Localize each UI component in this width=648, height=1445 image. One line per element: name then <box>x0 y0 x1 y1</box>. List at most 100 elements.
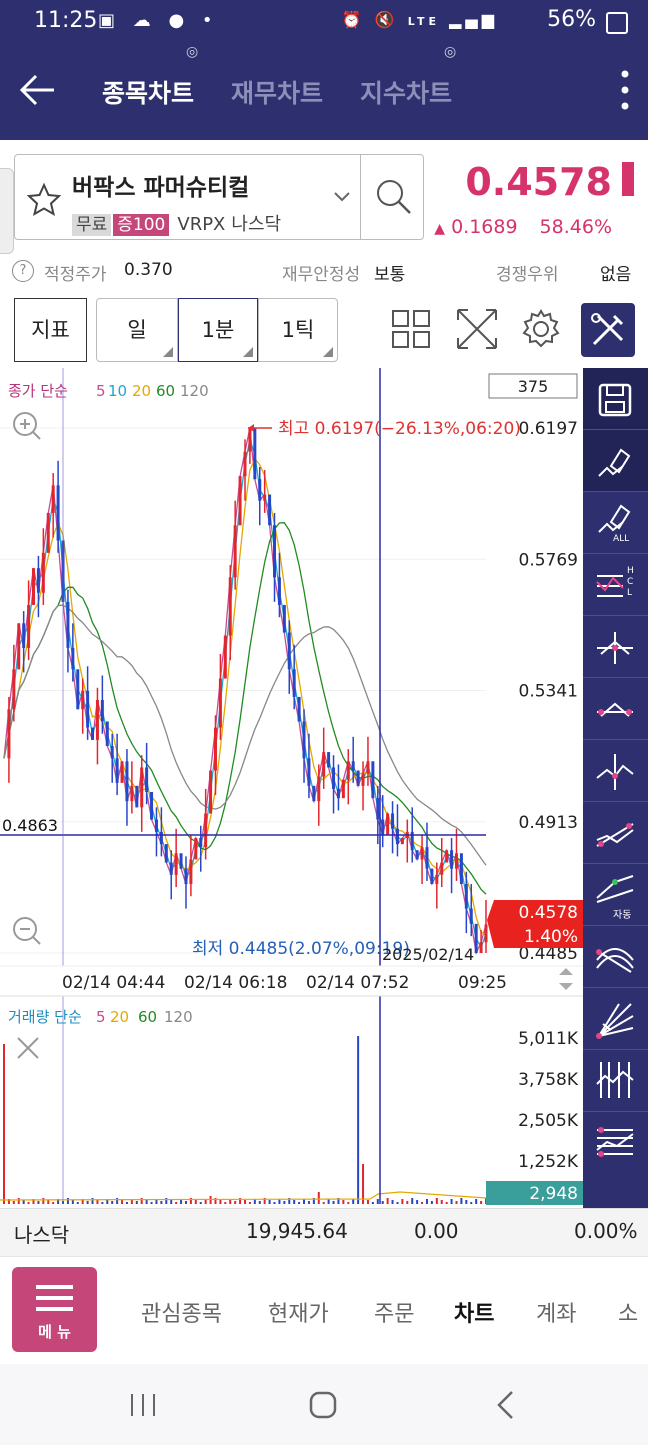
arc-tool-icon <box>596 948 634 973</box>
candle-body <box>386 813 390 835</box>
candle-body <box>36 568 40 593</box>
volume-bar <box>219 1200 222 1204</box>
grid-layout-icon[interactable] <box>388 306 434 352</box>
save-icon <box>598 383 632 417</box>
price-volume-chart[interactable]: 종가 단순 5 10 20 60 120 375 0.6197 0.5769 0… <box>0 368 583 1208</box>
current-price-label: 0.4578 <box>519 903 578 923</box>
candle-body <box>297 696 301 722</box>
candle-body <box>145 767 149 793</box>
legend-ma20: 20 <box>132 382 151 400</box>
change-percent: 58.46% <box>539 216 612 238</box>
index-ticker-bar[interactable]: 나스닥 19,945.64 0.00 0.00% <box>0 1208 648 1256</box>
triangle-tool-button[interactable] <box>583 678 648 740</box>
candle-body <box>169 862 173 875</box>
volume-bar <box>445 1202 448 1204</box>
close-volume-icon[interactable] <box>17 1037 39 1059</box>
chevron-down-icon[interactable] <box>332 186 352 206</box>
period-lines-button[interactable] <box>583 1050 648 1112</box>
candle-body <box>179 853 183 869</box>
candle-body <box>150 792 154 820</box>
candle-body <box>199 838 203 848</box>
tab-index-chart[interactable]: 지수차트 <box>360 74 452 110</box>
nav-quote[interactable]: 현재가 <box>268 1296 329 1328</box>
recent-apps-icon[interactable] <box>128 1392 158 1418</box>
candle-body <box>484 924 488 943</box>
left-drawer-handle[interactable] <box>0 168 14 254</box>
candle-body <box>27 604 31 648</box>
stock-name: 버팍스 파머슈티컬 <box>72 175 250 201</box>
nav-order[interactable]: 주문 <box>374 1296 414 1328</box>
nav-watchlist[interactable]: 관심종목 <box>141 1296 222 1328</box>
legend-ma5: 5 <box>96 382 106 400</box>
period-minute-button[interactable]: 1분 <box>178 298 258 362</box>
nav-account[interactable]: 계좌 <box>536 1296 576 1328</box>
candle-body <box>336 788 340 799</box>
x-tick-label: 02/14 04:44 <box>62 973 165 993</box>
crosshair-tool-button[interactable] <box>583 616 648 678</box>
period-day-button[interactable]: 일 <box>96 298 178 362</box>
period-tick-label: 1틱 <box>281 318 315 342</box>
home-icon[interactable] <box>308 1390 338 1420</box>
tab-stock-chart[interactable]: 종목차트 <box>102 74 194 110</box>
volume-bar <box>421 1202 424 1204</box>
search-button[interactable] <box>360 154 424 240</box>
nav-more[interactable]: 소 <box>618 1296 638 1328</box>
nav-chart[interactable]: 차트 <box>454 1296 494 1328</box>
volume-bar <box>391 1200 394 1204</box>
drawing-tools-button[interactable] <box>581 303 635 357</box>
volume-bar <box>116 1198 119 1204</box>
volume-bar <box>430 1201 433 1204</box>
candle-body <box>32 568 36 605</box>
auto-trend-button[interactable]: 자동 <box>583 864 648 926</box>
hcl-line-button[interactable]: HCL <box>583 554 648 616</box>
volume-bar <box>170 1200 173 1204</box>
horizontal-lines-button[interactable] <box>583 1112 648 1174</box>
period-tick-button[interactable]: 1틱 <box>258 298 338 362</box>
candle-body <box>248 428 252 452</box>
volume-bar <box>199 1202 202 1204</box>
settings-gear-icon[interactable] <box>518 306 564 352</box>
candle-body <box>91 727 95 740</box>
vertical-line-icon <box>596 754 634 790</box>
arc-tool-button[interactable] <box>583 926 648 988</box>
chart-area[interactable]: 종가 단순 5 10 20 60 120 375 0.6197 0.5769 0… <box>0 368 583 1208</box>
vol-legend-ma20: 20 <box>110 1008 129 1026</box>
tab-financial-chart[interactable]: 재무차트 <box>231 74 323 110</box>
volume-bar <box>332 1201 335 1204</box>
volume-bar <box>450 1199 453 1204</box>
vertical-line-tool-button[interactable] <box>583 740 648 802</box>
menu-button[interactable]: 메 뉴 <box>12 1267 97 1352</box>
favorite-star-icon[interactable] <box>26 182 62 218</box>
current-price: 0.4578 <box>465 160 612 204</box>
high-price-label: 최고 0.6197(−26.13%,06:20) <box>278 419 521 439</box>
trend-line-tool-button[interactable] <box>583 802 648 864</box>
candle-body <box>332 767 336 789</box>
back-icon[interactable] <box>494 1390 518 1420</box>
system-navigation-bar <box>0 1364 648 1445</box>
eraser-all-button[interactable]: ALL <box>583 492 648 554</box>
volume-bar <box>293 1200 296 1204</box>
x-tick-label: 02/14 07:52 <box>306 973 409 993</box>
volume-bar <box>22 1200 25 1204</box>
indicator-button[interactable]: 지표 <box>14 298 87 362</box>
candle-body <box>312 785 316 802</box>
back-arrow-icon[interactable] <box>18 70 58 110</box>
volume-bar <box>298 1202 301 1204</box>
save-drawing-button[interactable] <box>583 368 648 430</box>
fullscreen-icon[interactable] <box>454 306 500 352</box>
fan-tool-button[interactable] <box>583 988 648 1050</box>
period-minute-label: 1분 <box>201 318 235 342</box>
more-menu-icon[interactable] <box>620 68 630 112</box>
eraser-button[interactable] <box>583 430 648 492</box>
volume-bar <box>165 1198 168 1204</box>
zoom-out-icon[interactable] <box>13 917 41 945</box>
candle-body <box>361 773 365 786</box>
candle-body <box>135 785 139 808</box>
candle-body <box>268 494 272 526</box>
volume-tick-label: 5,011K <box>518 1029 579 1049</box>
candle-body <box>189 859 193 885</box>
volume-tick-label: 2,505K <box>518 1111 579 1131</box>
candle-body <box>474 923 478 953</box>
zoom-in-icon[interactable] <box>13 412 41 440</box>
volume-bar <box>455 1201 458 1204</box>
